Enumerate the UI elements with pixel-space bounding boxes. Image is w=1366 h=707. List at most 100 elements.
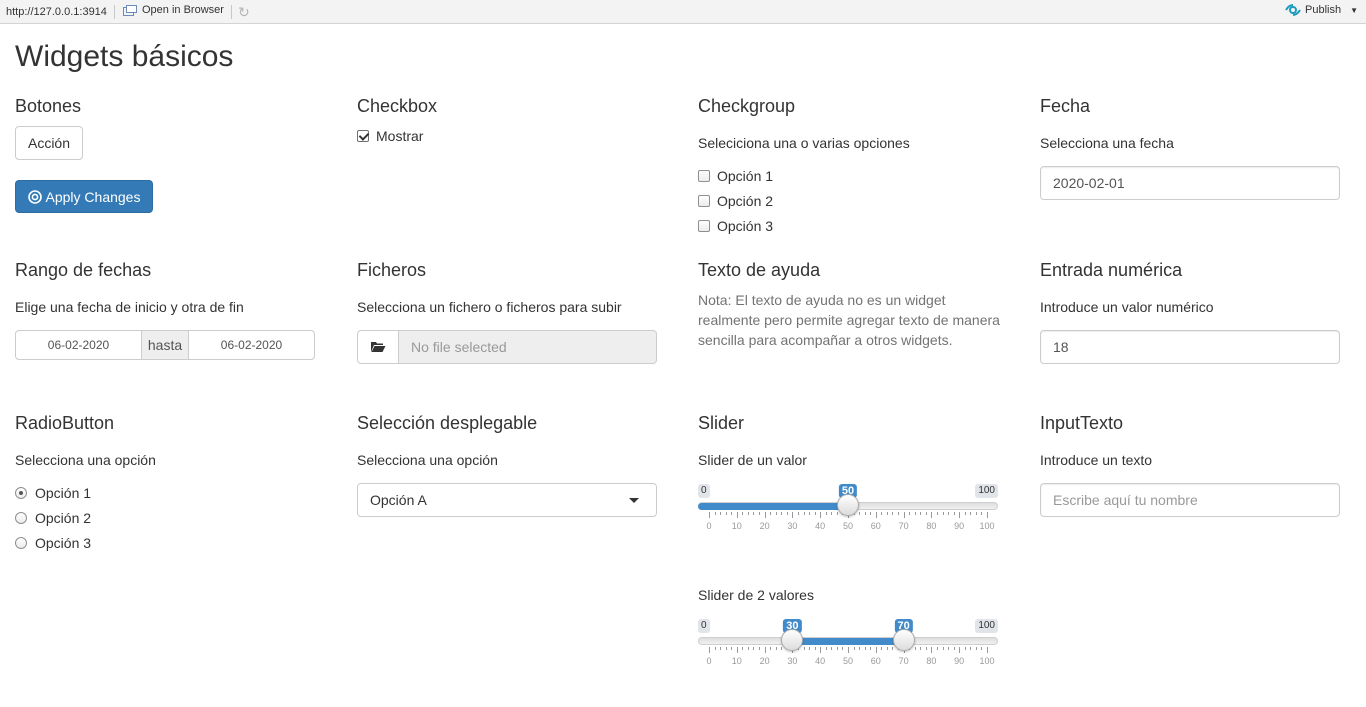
checkbox-title: Checkbox [357, 96, 438, 116]
slider-tick-label: 20 [759, 656, 770, 666]
slider-tick [859, 647, 861, 650]
dropdown-arrow-icon[interactable] [629, 498, 639, 503]
dropdown-select[interactable]: Opción A [357, 483, 657, 517]
mostrar-checkbox[interactable]: Mostrar [357, 128, 423, 144]
slider-tick [936, 647, 938, 650]
checkbox-icon[interactable] [698, 170, 710, 182]
slider-tick [831, 647, 833, 650]
numerica-label: Introduce un valor numérico [1040, 299, 1214, 315]
checkbox-icon[interactable] [698, 220, 710, 232]
slider-tick [975, 512, 977, 515]
file-name-field[interactable]: No file selected [399, 330, 657, 364]
slider-tick [747, 512, 749, 515]
browse-button[interactable] [357, 330, 399, 364]
text-input[interactable]: Escribe aquí tu nombre [1040, 483, 1340, 517]
slider-handle[interactable] [892, 629, 915, 651]
checkbox-checked-icon[interactable] [357, 130, 369, 142]
slider-tick [925, 647, 927, 650]
slider-tick-label: 60 [870, 656, 881, 666]
slider-tick [987, 647, 988, 653]
slider-tick [981, 512, 983, 515]
slider-tick [920, 512, 922, 515]
numeric-input[interactable]: 18 [1040, 330, 1340, 364]
fecha-label: Selecciona una fecha [1040, 135, 1174, 151]
slider-tick [881, 647, 883, 650]
ayuda-title: Texto de ayuda [698, 260, 821, 280]
slider-tick [797, 512, 799, 515]
radio-option-label: Opción 1 [35, 485, 92, 501]
slider-tick [764, 647, 766, 653]
range-slider[interactable]: 0 100 0 10 20 30 40 50 60 70 80 90 100 30 70 [698, 619, 998, 677]
slider-tick-label: 40 [815, 656, 826, 666]
date-range-end[interactable]: 06-02-2020 [188, 330, 315, 360]
slider-tick-label: 60 [870, 521, 881, 531]
publish-label: Publish [1305, 4, 1342, 16]
toolbar-divider [114, 5, 115, 19]
help-text: Nota: El texto de ayuda no es un widget … [698, 292, 1000, 348]
radio-selected-icon[interactable] [15, 487, 27, 499]
slider-tick [975, 647, 977, 650]
slider-tick-label: 100 [979, 656, 995, 666]
checkgroup-option-1[interactable]: Opción 1 [698, 168, 773, 184]
radio-title: RadioButton [15, 413, 115, 433]
texto-label: Introduce un texto [1040, 452, 1153, 468]
slider-tick [770, 512, 772, 515]
slider-max-label: 100 [975, 484, 998, 498]
slider-tick [736, 647, 738, 653]
checkgroup-option-2[interactable]: Opción 2 [698, 193, 773, 209]
slider-tick [742, 647, 744, 650]
viewer-toolbar: http://127.0.0.1:3914 Open in Browser ↻ … [0, 0, 1366, 24]
slider-tick [942, 647, 944, 650]
slider-tick [709, 512, 710, 518]
radio-option-2[interactable]: Opción 2 [15, 510, 91, 526]
checkbox-icon[interactable] [698, 195, 710, 207]
slider-handle[interactable] [837, 494, 859, 516]
slider-tick [725, 512, 727, 515]
date-range-start[interactable]: 06-02-2020 [15, 330, 142, 360]
single-value-slider[interactable]: 0 100 0 10 20 30 40 50 60 70 80 90 100 50 [698, 484, 998, 542]
slider-tick [803, 647, 805, 650]
slider-tick [825, 647, 827, 650]
date-input[interactable]: 2020-02-01 [1040, 166, 1340, 200]
slider-tick [842, 647, 844, 650]
slider-max-label: 100 [975, 619, 998, 633]
radio-icon[interactable] [15, 512, 27, 524]
slider-tick [898, 512, 900, 515]
slider-min-label: 0 [698, 484, 710, 498]
chevron-down-icon[interactable]: ▼ [1350, 6, 1358, 15]
slider-tick [731, 512, 733, 515]
publish-button[interactable]: Publish ▼ [1285, 4, 1358, 16]
slider-handle[interactable] [781, 629, 804, 651]
radio-option-3[interactable]: Opción 3 [15, 535, 91, 551]
slider-tick [953, 512, 955, 515]
slider-tick [970, 647, 972, 650]
slider-tick [720, 512, 722, 515]
slider-tick [775, 512, 777, 515]
radio-label: Selecciona una opción [15, 452, 156, 468]
open-in-browser-button[interactable]: Open in Browser [123, 4, 224, 16]
slider-tick [920, 647, 922, 650]
slider-tick [820, 647, 822, 653]
date-range-separator: hasta [142, 330, 188, 360]
checkgroup-option-3[interactable]: Opción 3 [698, 218, 773, 234]
slider-tick [942, 512, 944, 515]
radio-option-1[interactable]: Opción 1 [15, 485, 91, 501]
slider-tick [881, 512, 883, 515]
radio-icon[interactable] [15, 537, 27, 549]
slider-tick [825, 512, 827, 515]
slider-tick-label: 50 [842, 521, 854, 531]
slider-tick [981, 647, 983, 650]
slider-tick [886, 512, 888, 515]
slider-tick [775, 647, 777, 650]
slider-tick [831, 512, 833, 515]
slider-fill [792, 638, 904, 645]
fecha-title: Fecha [1040, 96, 1091, 116]
slider-tick-label: 90 [954, 521, 965, 531]
slider-tick [903, 512, 905, 518]
radio-option-label: Opción 2 [35, 510, 92, 526]
action-button[interactable]: Acción [15, 126, 83, 160]
apply-changes-button[interactable]: Apply Changes [15, 180, 153, 213]
file-input: No file selected [357, 330, 657, 364]
slider-tick [742, 512, 744, 515]
refresh-icon[interactable]: ↻ [238, 4, 250, 21]
